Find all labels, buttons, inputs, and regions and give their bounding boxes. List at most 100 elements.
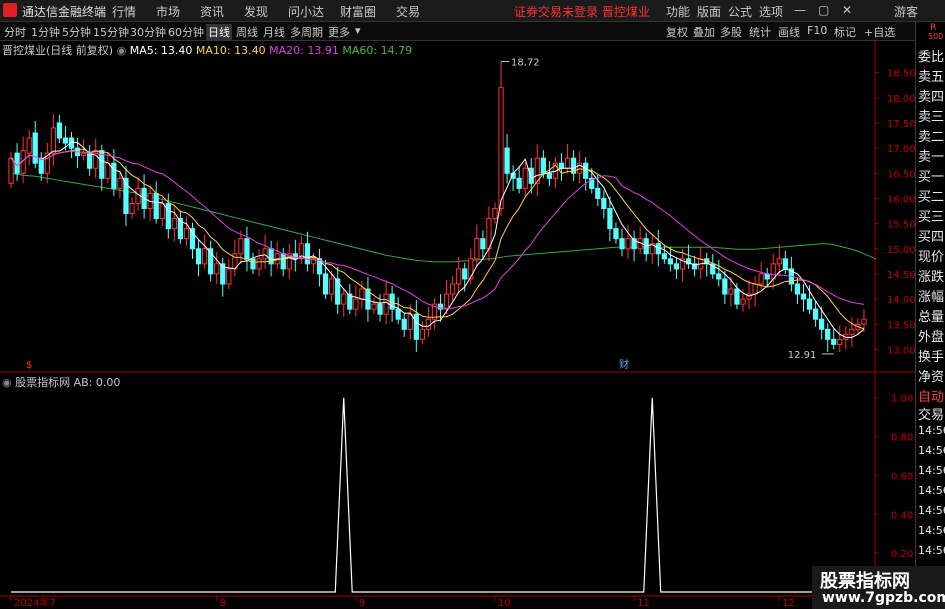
candle-body xyxy=(831,338,837,345)
time-row: 14:56 xyxy=(918,444,945,457)
candle-body xyxy=(819,318,825,330)
candle-body xyxy=(256,258,262,270)
candle-body xyxy=(189,228,196,250)
side-item: 卖三 xyxy=(918,110,945,125)
candle-body xyxy=(56,122,63,139)
event-marker: $ xyxy=(26,360,32,371)
candle-body xyxy=(825,328,831,340)
candle-body xyxy=(837,338,843,345)
candle-body xyxy=(87,152,93,169)
side-item: 净资 xyxy=(918,370,945,385)
candle-body xyxy=(371,303,377,310)
candle-body xyxy=(401,318,407,330)
side-item: 换手 xyxy=(918,350,945,365)
candle-body xyxy=(613,228,619,240)
candle-body xyxy=(734,288,740,305)
candle-body xyxy=(201,248,208,265)
candle-body xyxy=(226,268,232,285)
candle-body xyxy=(383,293,389,315)
price-tick-label: 17.50 xyxy=(887,119,916,130)
candle-body xyxy=(667,258,674,265)
candle-body xyxy=(504,147,510,174)
candle-body xyxy=(111,162,117,189)
candle-body xyxy=(498,87,504,209)
candle-body xyxy=(794,283,801,295)
site-watermark: 股票指标网 www.7gpzb.com xyxy=(812,566,945,609)
candle-body xyxy=(183,228,190,240)
trade-tab[interactable]: 交易 xyxy=(918,404,944,423)
price-tick-label: 13.50 xyxy=(887,320,916,331)
date-label: 8 xyxy=(220,598,226,609)
candle-body xyxy=(625,238,631,250)
event-marker: 财 xyxy=(619,358,629,371)
price-tick-label: 15.00 xyxy=(887,245,916,256)
candle-body xyxy=(117,177,123,189)
watermark-url: www.7gpzb.com xyxy=(822,590,945,606)
candle-body xyxy=(480,238,486,250)
candle-body xyxy=(195,248,202,265)
time-row: 14:56 xyxy=(918,424,945,437)
side-item: 卖五 xyxy=(918,70,945,85)
candle-body xyxy=(395,308,401,320)
candle-body xyxy=(516,177,522,189)
candle-body xyxy=(425,318,432,330)
indicator-tick-label: 0.80 xyxy=(891,433,913,444)
candle-body xyxy=(353,298,359,310)
time-row: 14:56 xyxy=(918,484,945,497)
date-label: 9 xyxy=(359,598,365,609)
indicator-tick-label: 1.00 xyxy=(891,394,913,405)
kline-chart[interactable]: 18.50 18.00 17.50 17.00 16.50 16.00 15.50 15.00… xyxy=(0,0,945,609)
candle-body xyxy=(8,157,14,184)
time-row: 14:56 xyxy=(918,524,945,537)
candle-body xyxy=(474,238,480,260)
candle-body xyxy=(861,318,867,325)
candle-body xyxy=(740,298,746,305)
candle-body xyxy=(456,268,462,285)
side-item: 总量 xyxy=(918,310,945,325)
price-tick-label: 18.00 xyxy=(887,94,916,105)
side-item: 卖一 xyxy=(918,150,945,165)
candle-body xyxy=(607,208,613,230)
candle-body xyxy=(619,238,625,250)
stock-code-fragment: 500 xyxy=(928,32,944,41)
side-item: 外盘 xyxy=(918,330,945,345)
price-tick-label: 14.00 xyxy=(887,295,916,306)
candle-body xyxy=(522,167,528,189)
candle-body xyxy=(407,313,413,330)
candle-body xyxy=(782,258,788,270)
candle-body xyxy=(673,263,680,270)
candle-body xyxy=(80,152,87,157)
candle-body xyxy=(776,258,782,265)
price-tick-label: 18.50 xyxy=(887,69,916,80)
candle-body xyxy=(492,208,498,220)
date-label: 2024年7 xyxy=(14,596,56,609)
time-row: 14:56 xyxy=(918,504,945,517)
candle-body xyxy=(268,248,274,265)
candle-body xyxy=(419,328,425,340)
price-tick-label: 14.50 xyxy=(887,270,916,281)
candle-body xyxy=(329,278,335,295)
candle-body xyxy=(595,187,601,199)
candle-body xyxy=(377,303,383,315)
candle-body xyxy=(849,328,855,335)
candle-body xyxy=(26,137,32,154)
auto-trade-tab[interactable]: 自动 xyxy=(918,386,944,405)
candle-body xyxy=(129,202,135,215)
price-tick-label: 17.00 xyxy=(887,144,916,155)
candle-body xyxy=(601,197,607,210)
side-item: 涨幅 xyxy=(918,290,945,305)
candle-body xyxy=(32,132,38,164)
candle-body xyxy=(722,278,728,295)
candle-body xyxy=(250,258,256,270)
high-label: 18.72 xyxy=(511,58,540,69)
price-tick-label: 15.50 xyxy=(887,220,916,231)
side-item: 卖四 xyxy=(918,90,945,105)
time-row: 14:56 xyxy=(918,544,945,557)
price-tick-label: 13.00 xyxy=(887,345,916,356)
side-item: 买四 xyxy=(918,230,945,245)
side-item: 涨跌 xyxy=(918,270,945,285)
side-item: 卖二 xyxy=(918,130,945,145)
candle-body xyxy=(214,263,220,275)
candle-body xyxy=(159,202,165,220)
candle-body xyxy=(558,162,565,169)
